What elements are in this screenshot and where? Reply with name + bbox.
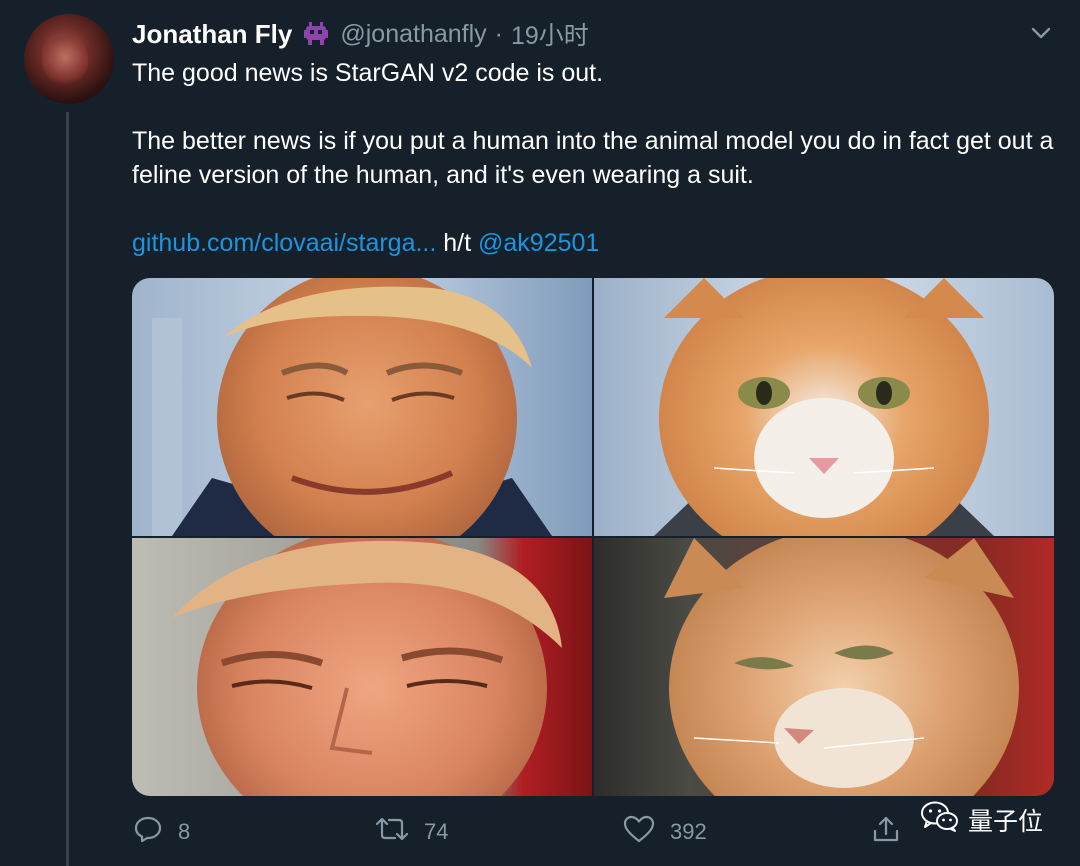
reply-button[interactable]: 8: [132, 812, 190, 852]
display-name[interactable]: Jonathan Fly: [132, 19, 292, 50]
hat-tip-text: h/t: [436, 229, 479, 257]
share-icon: [870, 813, 916, 851]
tweet-link-line: github.com/clovaai/starga... h/t @ak9250…: [132, 226, 1062, 260]
retweet-button[interactable]: 74: [374, 812, 448, 852]
reply-icon: [132, 813, 178, 851]
retweet-icon: [374, 813, 424, 851]
heart-icon: [622, 813, 670, 851]
watermark: 量子位: [920, 800, 1043, 840]
tweet-container: Jonathan Fly @jonathanfly · 19小时 The goo…: [0, 0, 1080, 866]
mention-link[interactable]: @ak92501: [478, 229, 599, 257]
share-button[interactable]: [870, 812, 916, 852]
media-grid: [132, 278, 1054, 796]
user-handle[interactable]: @jonathanfly: [340, 20, 486, 49]
tweet-line-2: The better news is if you put a human in…: [132, 127, 1054, 189]
tweet-line-1: The good news is StarGAN v2 code is out.: [132, 59, 604, 87]
reply-count: 8: [178, 819, 191, 844]
watermark-text: 量子位: [968, 808, 1044, 836]
tweet-header: Jonathan Fly @jonathanfly · 19小时: [132, 14, 589, 54]
photo-cat-1[interactable]: [594, 278, 1054, 536]
thread-line: [66, 112, 69, 866]
action-bar: 8 74 392: [132, 812, 912, 852]
retweet-count: 74: [424, 819, 449, 844]
photo-man-2[interactable]: [132, 538, 592, 796]
separator-dot: ·: [494, 19, 503, 48]
alien-monster-icon: [302, 20, 330, 48]
github-link[interactable]: github.com/clovaai/starga...: [132, 229, 436, 257]
like-button[interactable]: 392: [622, 812, 707, 852]
tweet-timestamp[interactable]: 19小时: [511, 16, 589, 52]
chevron-down-icon[interactable]: [1026, 18, 1056, 48]
avatar[interactable]: [24, 14, 114, 104]
photo-man-1[interactable]: [132, 278, 592, 536]
wechat-icon: [920, 800, 968, 841]
like-count: 392: [670, 819, 707, 844]
photo-cat-2[interactable]: [594, 538, 1054, 796]
tweet-body: The good news is StarGAN v2 code is out.…: [132, 56, 1062, 260]
